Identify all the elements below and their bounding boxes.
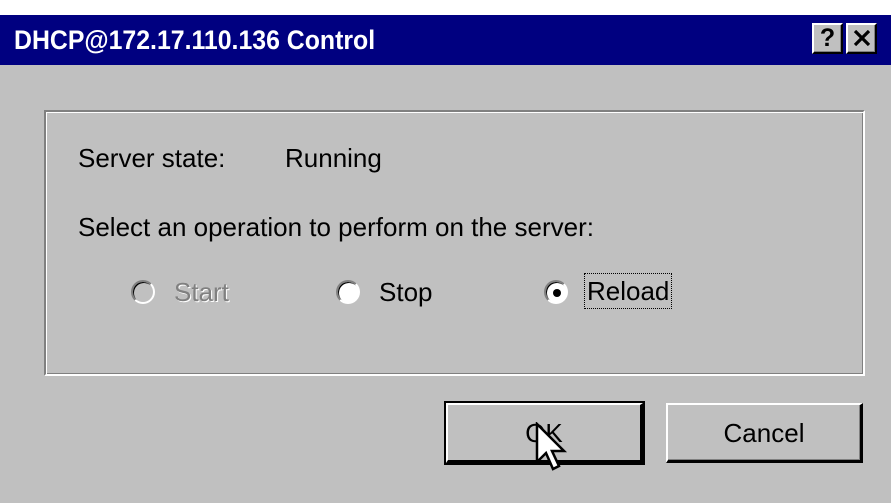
close-button[interactable] <box>846 23 877 54</box>
mouse-pointer-icon <box>535 422 568 471</box>
cancel-button[interactable]: Cancel <box>666 403 863 463</box>
radio-start-circle <box>131 280 155 304</box>
help-button[interactable]: ? <box>812 23 843 54</box>
radio-start-label: Start <box>174 277 229 307</box>
radio-stop-circle[interactable] <box>336 280 360 304</box>
window-title: DHCP@172.17.110.136 Control <box>14 25 376 55</box>
operation-prompt: Select an operation to perform on the se… <box>78 212 594 242</box>
close-icon <box>853 30 871 46</box>
server-state-label: Server state: <box>78 143 226 173</box>
radio-reload-circle[interactable] <box>544 280 568 304</box>
radio-selected-dot <box>553 289 561 297</box>
radio-reload-label[interactable]: Reload <box>584 273 673 309</box>
radio-stop-label[interactable]: Stop <box>379 277 433 307</box>
title-bar[interactable]: DHCP@172.17.110.136 Control ? <box>0 15 891 65</box>
server-state-value: Running <box>285 143 382 173</box>
background-strip <box>0 0 891 15</box>
dhcp-control-dialog: DHCP@172.17.110.136 Control ? Server sta… <box>0 0 891 503</box>
